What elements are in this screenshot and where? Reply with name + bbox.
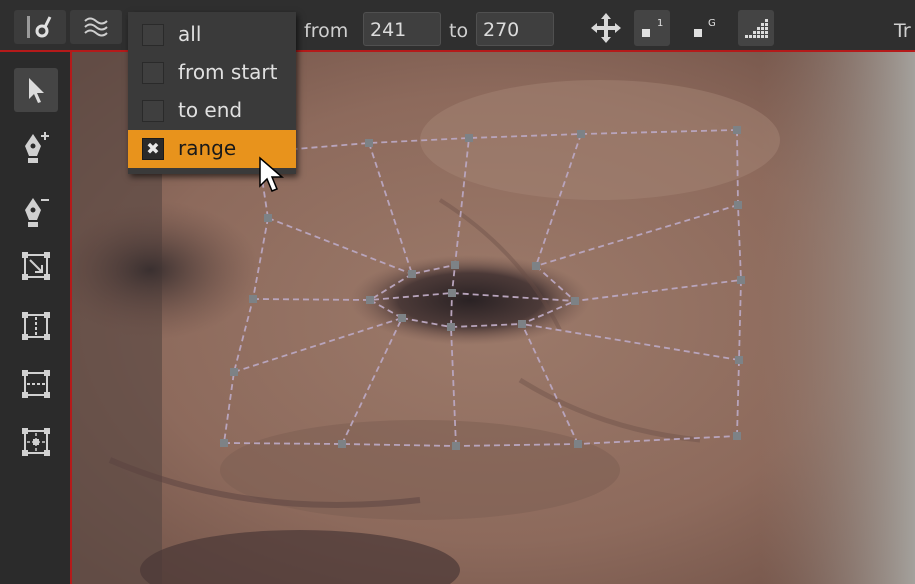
add-point-tool-button[interactable] xyxy=(14,126,58,170)
transform-tool-button[interactable] xyxy=(14,244,58,288)
grid-points-icon xyxy=(22,428,50,456)
approx-icon xyxy=(84,17,108,37)
to-label: to xyxy=(449,20,469,42)
grid-points-tool-button[interactable] xyxy=(14,420,58,464)
svg-text:G: G xyxy=(708,18,716,29)
add-point-pen-icon xyxy=(25,132,49,163)
keyframe-1-button[interactable]: 1 xyxy=(634,10,670,46)
keyframe-1-icon: 1 xyxy=(642,18,663,37)
menu-item-all[interactable]: all xyxy=(128,16,296,54)
svg-text:1: 1 xyxy=(657,18,663,29)
menu-item-label: all xyxy=(178,22,202,46)
checkbox[interactable] xyxy=(142,24,164,46)
to-frame-field[interactable]: 270 xyxy=(476,12,554,46)
menu-item-to-end[interactable]: to end xyxy=(128,92,296,130)
select-tool-button[interactable] xyxy=(14,68,58,112)
smooth-tool-button[interactable] xyxy=(70,10,122,44)
menu-item-label: from start xyxy=(178,60,278,84)
remove-point-pen-icon xyxy=(25,198,49,227)
range-dropdown-menu: all from start to end ✖ range xyxy=(128,12,296,174)
grid-horizontal-tool-button[interactable] xyxy=(14,362,58,406)
select-arrow-icon xyxy=(29,78,44,103)
menu-item-from-start[interactable]: from start xyxy=(128,54,296,92)
pen-icon xyxy=(27,16,52,38)
grid-expand-icon xyxy=(22,312,50,340)
keyframe-g-button[interactable]: G xyxy=(686,10,722,46)
menu-item-label: to end xyxy=(178,98,243,122)
checkbox-checked[interactable]: ✖ xyxy=(142,138,164,160)
checkbox[interactable] xyxy=(142,100,164,122)
grid-horizontal-icon xyxy=(22,370,50,398)
move-button[interactable] xyxy=(588,10,624,46)
keyframe-g-icon: G xyxy=(694,18,716,37)
menu-item-label: range xyxy=(178,136,237,160)
toolbar-cut-text: Tr xyxy=(894,20,911,42)
transform-box-icon xyxy=(22,252,50,280)
pen-tool-button[interactable] xyxy=(14,10,66,44)
curve-graph-button[interactable] xyxy=(738,10,774,46)
from-label: from xyxy=(304,20,349,42)
from-frame-field[interactable]: 241 xyxy=(363,12,441,46)
move-icon xyxy=(591,13,621,43)
graph-icon xyxy=(745,19,768,38)
mouse-cursor-icon xyxy=(259,156,285,192)
tool-sidebar xyxy=(0,52,72,584)
remove-point-tool-button[interactable] xyxy=(14,190,58,234)
checkbox[interactable] xyxy=(142,62,164,84)
grid-expand-tool-button[interactable] xyxy=(14,304,58,348)
